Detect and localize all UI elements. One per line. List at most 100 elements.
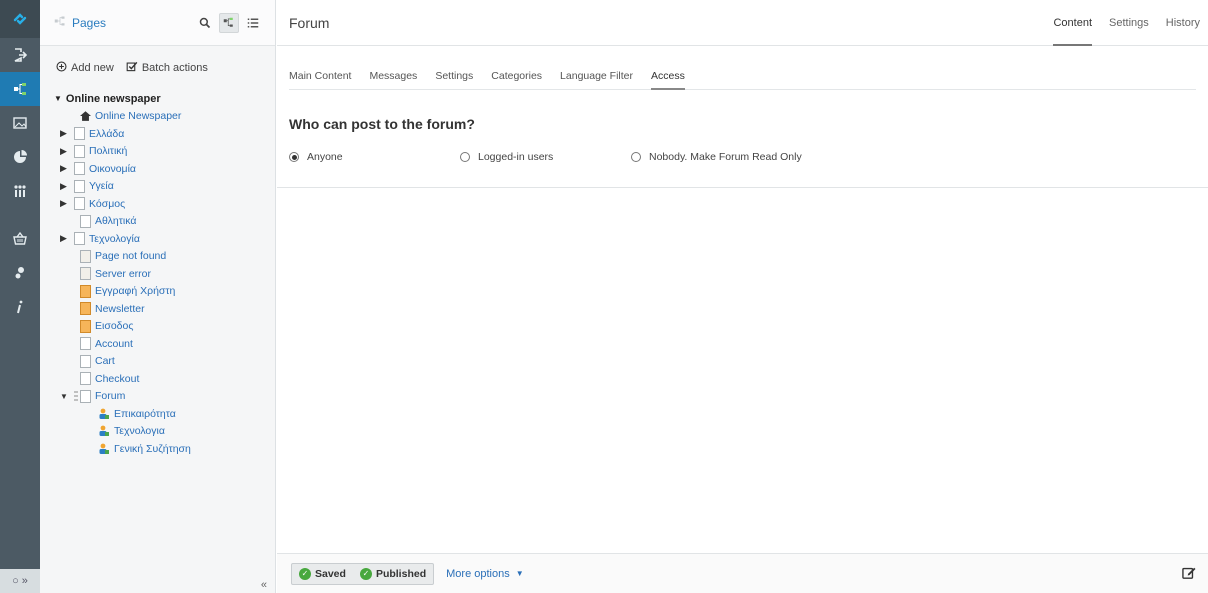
logo-icon[interactable] — [0, 0, 40, 38]
tree-node[interactable]: Αθλητικά — [54, 213, 275, 231]
check-icon: ✓ — [359, 567, 372, 580]
tree-node[interactable]: ▶ Ελλάδα — [54, 125, 275, 143]
page-icon — [74, 179, 85, 193]
tree-node[interactable]: Τεχνολογια — [54, 423, 275, 441]
subtab-language-filter[interactable]: Language Filter — [560, 60, 633, 89]
tree-node[interactable]: ▶ Τεχνολογία — [54, 230, 275, 248]
tree-node[interactable]: Checkout — [54, 370, 275, 388]
tree-node[interactable]: Account — [54, 335, 275, 353]
status-badges: ✓ Saved ✓ Published — [291, 562, 435, 585]
page-icon — [80, 337, 91, 351]
tree-node-label: Forum — [95, 390, 126, 403]
rail-expand-toggle[interactable]: ○ » — [0, 569, 40, 593]
caret-down-icon[interactable]: ▼ — [60, 392, 74, 401]
list-view-icon[interactable] — [243, 13, 263, 33]
tree-node-label: Εγγραφή Χρήστη — [95, 285, 176, 298]
tab-history[interactable]: History — [1166, 0, 1200, 46]
page-icon — [80, 389, 91, 403]
caret-right-icon[interactable]: ▶ — [60, 146, 74, 157]
page-icon — [74, 144, 85, 158]
caret-right-icon[interactable]: ▶ — [60, 233, 74, 244]
main-header: Forum Content Settings History — [277, 0, 1208, 46]
collapse-panel-button[interactable]: « — [261, 579, 267, 591]
tree-node[interactable]: ▶ Κόσμος — [54, 195, 275, 213]
post-permission-options: Anyone Logged-in users Nobody. Make Foru… — [289, 151, 1169, 167]
tree-root-label: Online newspaper — [65, 92, 161, 105]
radio-selected-icon[interactable] — [289, 152, 299, 162]
app-rail: ○ » — [0, 0, 40, 593]
tab-content[interactable]: Content — [1053, 0, 1092, 46]
sitetree-icon[interactable] — [0, 72, 40, 106]
caret-down-icon[interactable]: ▼ — [54, 94, 62, 103]
more-options-button[interactable]: More options ▼ — [446, 568, 524, 580]
published-label: Published — [375, 567, 427, 580]
tree-node[interactable]: Γενική Συζήτηση — [54, 440, 275, 458]
forum-category-icon — [98, 443, 110, 455]
tree-node-label: Account — [95, 337, 133, 350]
add-new-button[interactable]: Add new — [56, 61, 114, 75]
tree-node[interactable]: Page not found — [54, 248, 275, 266]
tree-header: Pages — [40, 0, 275, 46]
caret-down-icon: ▼ — [515, 569, 524, 578]
radio-empty-icon[interactable] — [460, 152, 470, 162]
subtab-messages[interactable]: Messages — [369, 60, 417, 89]
content-subtabs: Main Content Messages Settings Categorie… — [289, 60, 1196, 90]
tree-node-home[interactable]: Online Newspaper — [54, 108, 275, 126]
tree-node[interactable]: Εγγραφή Χρήστη — [54, 283, 275, 301]
tree-node-label: Γενική Συζήτηση — [114, 442, 191, 455]
edit-icon[interactable] — [1182, 566, 1196, 582]
caret-right-icon[interactable]: ▶ — [60, 163, 74, 174]
drag-handle-icon[interactable] — [74, 390, 78, 402]
tree-node-forum-selected[interactable]: ▼ Forum — [54, 388, 275, 406]
tree-node-label: Online Newspaper — [95, 110, 182, 123]
tree-node[interactable]: ▶ Οικονομία — [54, 160, 275, 178]
forum-category-icon — [98, 425, 110, 437]
reports-icon[interactable] — [0, 140, 40, 174]
radio-anyone[interactable]: Anyone — [289, 151, 343, 163]
home-icon — [80, 111, 91, 122]
tree-node-label: Τεχνολογία — [89, 232, 140, 245]
tree-node[interactable]: Newsletter — [54, 300, 275, 318]
page-icon — [74, 162, 85, 176]
batch-actions-button[interactable]: Batch actions — [126, 61, 208, 75]
tree-node[interactable]: Server error — [54, 265, 275, 283]
tree-view-icon[interactable] — [219, 12, 239, 33]
pages-icon — [54, 15, 66, 30]
logout-icon[interactable] — [0, 38, 40, 72]
radio-logged-in-users[interactable]: Logged-in users — [460, 151, 553, 163]
page-icon — [74, 127, 85, 141]
subtab-access[interactable]: Access — [651, 60, 685, 90]
page-icon — [74, 197, 85, 211]
more-options-label: More options — [446, 567, 510, 580]
users-icon[interactable] — [0, 174, 40, 208]
search-icon[interactable] — [195, 13, 215, 33]
shop-icon[interactable] — [0, 222, 40, 256]
subtab-main-content[interactable]: Main Content — [289, 60, 351, 89]
caret-right-icon[interactable]: ▶ — [60, 198, 74, 209]
rail-spacer — [0, 208, 40, 222]
caret-right-icon[interactable]: ▶ — [60, 128, 74, 139]
radio-empty-icon[interactable] — [631, 152, 641, 162]
info-icon[interactable] — [0, 290, 40, 324]
saved-label: Saved — [315, 567, 346, 580]
radio-nobody-read-only[interactable]: Nobody. Make Forum Read Only — [631, 151, 802, 163]
caret-right-icon[interactable]: ▶ — [60, 181, 74, 192]
tree-node[interactable]: Επικαιρότητα — [54, 405, 275, 423]
add-circle-icon — [56, 61, 67, 75]
form-page-icon — [80, 319, 91, 333]
settings-icon[interactable] — [0, 256, 40, 290]
tree-root[interactable]: ▼ Online newspaper — [54, 90, 275, 108]
tree-node[interactable]: Εισοδος — [54, 318, 275, 336]
files-icon[interactable] — [0, 106, 40, 140]
tab-settings[interactable]: Settings — [1109, 0, 1149, 46]
subtab-categories[interactable]: Categories — [491, 60, 542, 89]
tree-node[interactable]: ▶ Υγεία — [54, 178, 275, 196]
subtab-settings[interactable]: Settings — [435, 60, 473, 89]
tree-node-label: Υγεία — [89, 180, 114, 193]
add-new-label: Add new — [71, 62, 114, 74]
tree-node[interactable]: ▶ Πολιτική — [54, 143, 275, 161]
tree-node[interactable]: Cart — [54, 353, 275, 371]
forum-category-icon — [98, 408, 110, 420]
page-icon — [80, 372, 91, 386]
radio-label: Nobody. Make Forum Read Only — [649, 151, 802, 163]
